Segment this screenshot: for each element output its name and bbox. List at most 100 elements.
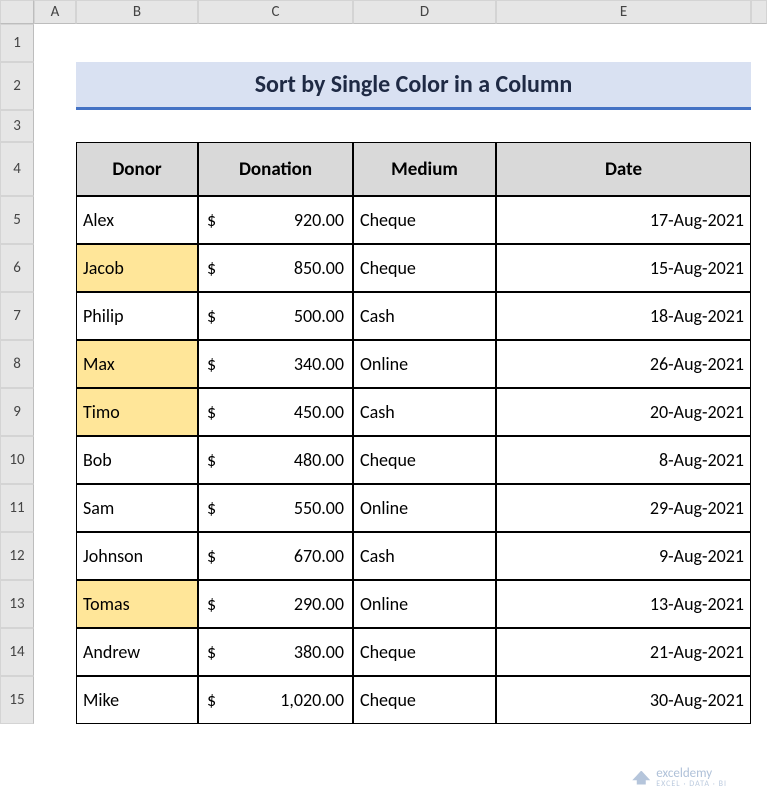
row-header-10[interactable]: 10 <box>0 436 34 484</box>
cell[interactable] <box>751 142 767 196</box>
cell[interactable] <box>751 532 767 580</box>
col-header-D[interactable]: D <box>353 0 496 24</box>
header-donation[interactable]: Donation <box>198 142 353 196</box>
row-header-12[interactable]: 12 <box>0 532 34 580</box>
cell[interactable] <box>34 580 76 628</box>
cell-medium[interactable]: Cash <box>353 532 496 580</box>
cell[interactable] <box>751 628 767 676</box>
cell-donor[interactable]: Johnson <box>76 532 198 580</box>
cell[interactable] <box>34 62 76 110</box>
cell-medium[interactable]: Cheque <box>353 436 496 484</box>
cell-date[interactable]: 21-Aug-2021 <box>496 628 751 676</box>
cell-medium[interactable]: Cash <box>353 388 496 436</box>
cell[interactable] <box>34 196 76 244</box>
cell-medium[interactable]: Online <box>353 580 496 628</box>
cell[interactable] <box>34 628 76 676</box>
cell-date[interactable]: 17-Aug-2021 <box>496 196 751 244</box>
cell-donation[interactable]: $500.00 <box>198 292 353 340</box>
cell-donation[interactable]: $450.00 <box>198 388 353 436</box>
cell-donor[interactable]: Mike <box>76 676 198 724</box>
cell-donation[interactable]: $1,020.00 <box>198 676 353 724</box>
cell-donor[interactable]: Sam <box>76 484 198 532</box>
cell-donation[interactable]: $670.00 <box>198 532 353 580</box>
cell-donation[interactable]: $380.00 <box>198 628 353 676</box>
row-header-7[interactable]: 7 <box>0 292 34 340</box>
cell-donor[interactable]: Philip <box>76 292 198 340</box>
cell-medium[interactable]: Online <box>353 340 496 388</box>
cell-date[interactable]: 20-Aug-2021 <box>496 388 751 436</box>
cell[interactable] <box>34 142 76 196</box>
cell[interactable] <box>751 436 767 484</box>
cell[interactable] <box>34 484 76 532</box>
cell-date[interactable]: 13-Aug-2021 <box>496 580 751 628</box>
select-all-corner[interactable] <box>0 0 34 24</box>
col-header-E[interactable]: E <box>496 0 751 24</box>
cell-donation[interactable]: $290.00 <box>198 580 353 628</box>
cell[interactable] <box>751 676 767 724</box>
cell[interactable] <box>34 292 76 340</box>
row-header-4[interactable]: 4 <box>0 142 34 196</box>
cell[interactable] <box>34 340 76 388</box>
cell-date[interactable]: 8-Aug-2021 <box>496 436 751 484</box>
cell[interactable] <box>751 388 767 436</box>
page-title[interactable]: Sort by Single Color in a Column <box>76 62 751 110</box>
cell-donation[interactable]: $340.00 <box>198 340 353 388</box>
row-header-2[interactable]: 2 <box>0 62 34 110</box>
row-header-5[interactable]: 5 <box>0 196 34 244</box>
cell[interactable] <box>751 340 767 388</box>
cell[interactable] <box>34 388 76 436</box>
cell-donation[interactable]: $920.00 <box>198 196 353 244</box>
cell[interactable] <box>34 110 767 142</box>
col-header-B[interactable]: B <box>76 0 198 24</box>
cell-medium[interactable]: Cheque <box>353 628 496 676</box>
cell-donation[interactable]: $480.00 <box>198 436 353 484</box>
cell-donor[interactable]: Jacob <box>76 244 198 292</box>
cell-donor[interactable]: Tomas <box>76 580 198 628</box>
cell[interactable] <box>34 244 76 292</box>
cell-date[interactable]: 18-Aug-2021 <box>496 292 751 340</box>
cell-medium[interactable]: Cash <box>353 292 496 340</box>
cell[interactable] <box>34 436 76 484</box>
cell-medium[interactable]: Cheque <box>353 244 496 292</box>
header-date[interactable]: Date <box>496 142 751 196</box>
cell-date[interactable]: 30-Aug-2021 <box>496 676 751 724</box>
cell[interactable] <box>751 244 767 292</box>
cell-donor[interactable]: Timo <box>76 388 198 436</box>
cell-medium[interactable]: Cheque <box>353 676 496 724</box>
col-header-C[interactable]: C <box>198 0 353 24</box>
cell[interactable] <box>34 676 76 724</box>
row-header-11[interactable]: 11 <box>0 484 34 532</box>
cell[interactable] <box>751 580 767 628</box>
col-header-A[interactable]: A <box>34 0 76 24</box>
cell-date[interactable]: 9-Aug-2021 <box>496 532 751 580</box>
cell-date[interactable]: 26-Aug-2021 <box>496 340 751 388</box>
watermark: exceldemy EXCEL · DATA · BI <box>632 767 727 788</box>
cell-donor[interactable]: Andrew <box>76 628 198 676</box>
cell-donor[interactable]: Max <box>76 340 198 388</box>
cell-donation[interactable]: $850.00 <box>198 244 353 292</box>
row-header-14[interactable]: 14 <box>0 628 34 676</box>
cell[interactable] <box>751 62 767 110</box>
cell-donor[interactable]: Alex <box>76 196 198 244</box>
row-header-8[interactable]: 8 <box>0 340 34 388</box>
cell-donation[interactable]: $550.00 <box>198 484 353 532</box>
spreadsheet: A B C D E 1 2 Sort by Single Color in a … <box>0 0 767 724</box>
cell-medium[interactable]: Online <box>353 484 496 532</box>
row-header-1[interactable]: 1 <box>0 24 34 62</box>
row-header-9[interactable]: 9 <box>0 388 34 436</box>
cell-donor[interactable]: Bob <box>76 436 198 484</box>
row-header-15[interactable]: 15 <box>0 676 34 724</box>
cell-date[interactable]: 29-Aug-2021 <box>496 484 751 532</box>
cell[interactable] <box>34 532 76 580</box>
cell-date[interactable]: 15-Aug-2021 <box>496 244 751 292</box>
header-donor[interactable]: Donor <box>76 142 198 196</box>
cell[interactable] <box>751 484 767 532</box>
header-medium[interactable]: Medium <box>353 142 496 196</box>
row-header-3[interactable]: 3 <box>0 110 34 142</box>
cell-medium[interactable]: Cheque <box>353 196 496 244</box>
cell[interactable] <box>751 196 767 244</box>
cell[interactable] <box>751 292 767 340</box>
row-header-13[interactable]: 13 <box>0 580 34 628</box>
cell[interactable] <box>34 24 767 62</box>
row-header-6[interactable]: 6 <box>0 244 34 292</box>
